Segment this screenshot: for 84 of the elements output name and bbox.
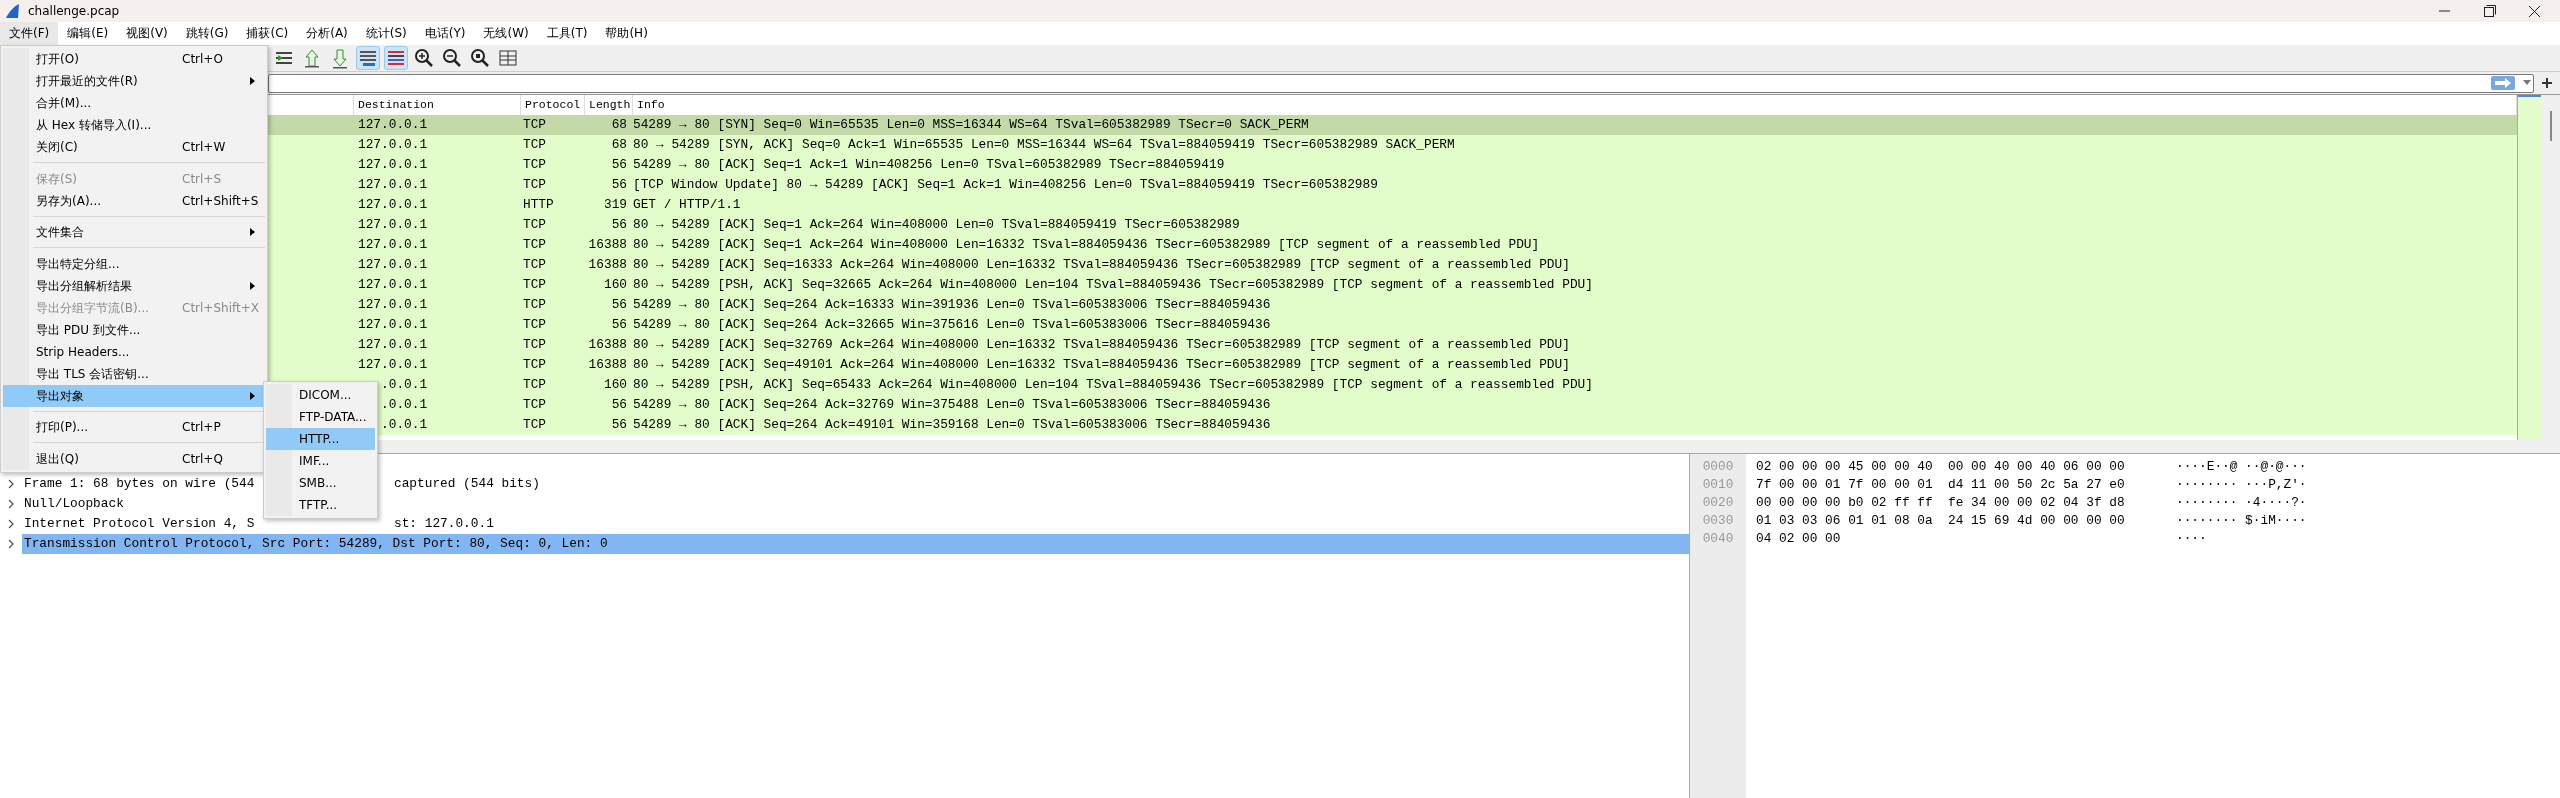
info-cell: 54289 → 80 [SYN] Seq=0 Win=65535 Len=0 MSS=16344 WS=64 TSval=605382989 TSecr=0 SACK_PERM: [633, 117, 1309, 132]
ascii-text: ····: [2176, 531, 2207, 546]
length-cell: 56: [611, 157, 627, 172]
protocol-cell: HTTP: [523, 197, 554, 212]
protocol-cell: TCP: [523, 317, 547, 332]
destination-cell-text: .0.0.1: [380, 376, 428, 394]
info-cell: 80 → 54289 [PSH, ACK] Seq=65433 Ack=264 Win=408000 Len=104 TSval=884059436 TSecr=605382989 [TCP segment of a reassembled PDU]: [633, 377, 1593, 392]
protocol-cell: TCP: [523, 357, 547, 372]
destination-cell-text: 127.0.0.1: [358, 196, 428, 214]
info-cell: 80 → 54289 [SYN, ACK] Seq=0 Ack=1 Win=65535 Len=0 MSS=16344 WS=64 TSval=884059419 TSecr=605382989 SACK_PERM: [633, 137, 1455, 152]
offset-text: 0010: [1701, 476, 1735, 494]
window-title: challenge.pcap: [28, 3, 120, 20]
info-cell: 80 → 54289 [PSH, ACK] Seq=32665 Ack=264 Win=408000 Len=104 TSval=884059436 TSecr=605382989 [TCP segment of a reassembled PDU]: [633, 277, 1593, 292]
protocol-cell: TCP: [523, 117, 547, 132]
length-cell: 56: [611, 317, 627, 332]
length-cell: 319: [603, 197, 627, 212]
protocol-cell: TCP: [523, 257, 547, 272]
protocol-cell: TCP: [523, 397, 547, 412]
protocol-cell: TCP: [523, 137, 547, 152]
ascii-text: ········ $·iM····: [2176, 513, 2307, 528]
destination-cell-text: 127.0.0.1: [358, 316, 428, 334]
length-cell: 56: [611, 397, 627, 412]
destination-cell-text: 127.0.0.1: [358, 256, 428, 274]
destination-cell-text: 127.0.0.1: [358, 296, 428, 314]
destination-cell-text: .0.0.1: [380, 396, 428, 414]
info-cell: 54289 → 80 [ACK] Seq=264 Ack=16333 Win=391936 Len=0 TSval=605383006 TSecr=884059436: [633, 297, 1271, 312]
info-cell: 80 → 54289 [ACK] Seq=32769 Ack=264 Win=408000 Len=16332 TSval=884059436 TSecr=605382989 [TCP segment of a reassembled PDU]: [633, 337, 1570, 352]
length-cell: 56: [611, 177, 627, 192]
ascii-text: ····E··@ ··@·@···: [2176, 459, 2307, 474]
length-cell: 56: [611, 417, 627, 432]
destination-cell-text: 127.0.0.1: [358, 276, 428, 294]
length-cell: 16388: [588, 257, 627, 272]
destination-cell-text: 127.0.0.1: [358, 356, 428, 374]
length-cell: 160: [603, 377, 627, 392]
protocol-cell: TCP: [523, 217, 547, 232]
destination-cell-text: 127.0.0.1: [358, 236, 428, 254]
length-cell: 16388: [588, 357, 627, 372]
offset-text: 0040: [1701, 530, 1735, 548]
tree-item-text: captured (544 bits): [394, 475, 540, 493]
protocol-cell: TCP: [523, 417, 547, 432]
hex-bytes-text: 02 00 00 00 45 00 00 40 00 00 40 00 40 06 00 00: [1756, 459, 2125, 474]
protocol-cell: TCP: [523, 297, 547, 312]
tree-item-text: Frame 1: 68 bytes on wire (544: [24, 476, 255, 491]
length-cell: 68: [611, 117, 627, 132]
offset-text: 0020: [1701, 494, 1735, 512]
length-cell: 56: [611, 297, 627, 312]
info-cell: 54289 → 80 [ACK] Seq=264 Ack=49101 Win=359168 Len=0 TSval=605383006 TSecr=884059436: [633, 417, 1271, 432]
protocol-cell: TCP: [523, 277, 547, 292]
info-cell: [TCP Window Update] 80 → 54289 [ACK] Seq=1 Ack=1 Win=408256 Len=0 TSval=884059419 TSecr=605382989: [633, 177, 1378, 192]
length-cell: 16388: [588, 337, 627, 352]
offset-text: 0030: [1701, 512, 1735, 530]
destination-cell-text: 127.0.0.1: [358, 336, 428, 354]
hex-bytes-text: 00 00 00 00 b0 02 ff ff fe 34 00 00 02 04 3f d8: [1756, 495, 2125, 510]
destination-cell-text: 127.0.0.1: [358, 136, 428, 154]
destination-cell-text: 127.0.0.1: [358, 216, 428, 234]
tree-item-text: Null/Loopback: [24, 495, 124, 513]
info-cell: 80 → 54289 [ACK] Seq=1 Ack=264 Win=408000 Len=16332 TSval=884059436 TSecr=605382989 [TCP segment of a reassembled PDU]: [633, 237, 1540, 252]
length-cell: 160: [603, 277, 627, 292]
hex-bytes-text: 04 02 00 00: [1756, 531, 1841, 546]
info-cell: 54289 → 80 [ACK] Seq=1 Ack=1 Win=408256 Len=0 TSval=605382989 TSecr=884059419: [633, 157, 1225, 172]
length-cell: 16388: [588, 237, 627, 252]
info-cell: 80 → 54289 [ACK] Seq=16333 Ack=264 Win=408000 Len=16332 TSval=884059436 TSecr=605382989 [TCP segment of a reassembled PDU]: [633, 257, 1570, 272]
info-cell: 54289 → 80 [ACK] Seq=264 Ack=32665 Win=375616 Len=0 TSval=605383006 TSecr=884059436: [633, 317, 1271, 332]
protocol-cell: TCP: [523, 377, 547, 392]
tree-item-text: Internet Protocol Version 4, S: [24, 516, 255, 531]
destination-cell-text: 127.0.0.1: [358, 176, 428, 194]
destination-cell-text: 127.0.0.1: [358, 116, 428, 134]
protocol-cell: TCP: [523, 177, 547, 192]
hex-bytes-text: 01 03 03 06 01 01 08 0a 24 15 69 4d 00 00 00 00: [1756, 513, 2125, 528]
length-cell: 68: [611, 137, 627, 152]
info-cell: 80 → 54289 [ACK] Seq=49101 Ack=264 Win=408000 Len=16332 TSval=884059436 TSecr=605382989 [TCP segment of a reassembled PDU]: [633, 357, 1570, 372]
protocol-cell: TCP: [523, 157, 547, 172]
destination-cell-text: 127.0.0.1: [358, 156, 428, 174]
hex-bytes-text: 7f 00 00 01 7f 00 00 01 d4 11 00 50 2c 5a 27 e0: [1756, 477, 2125, 492]
offset-text: 0000: [1701, 458, 1735, 476]
protocol-cell: TCP: [523, 237, 547, 252]
info-cell: GET / HTTP/1.1: [633, 197, 741, 212]
protocol-cell: TCP: [523, 337, 547, 352]
ascii-text: ········ ···P,Z'·: [2176, 477, 2307, 492]
info-cell: 80 → 54289 [ACK] Seq=1 Ack=264 Win=408000 Len=0 TSval=884059419 TSecr=605382989: [633, 217, 1240, 232]
tree-item-text: st: 127.0.0.1: [394, 515, 494, 533]
ascii-text: ········ ·4····?·: [2176, 495, 2307, 510]
length-cell: 56: [611, 217, 627, 232]
info-cell: 54289 → 80 [ACK] Seq=264 Ack=32769 Win=375488 Len=0 TSval=605383006 TSecr=884059436: [633, 397, 1271, 412]
